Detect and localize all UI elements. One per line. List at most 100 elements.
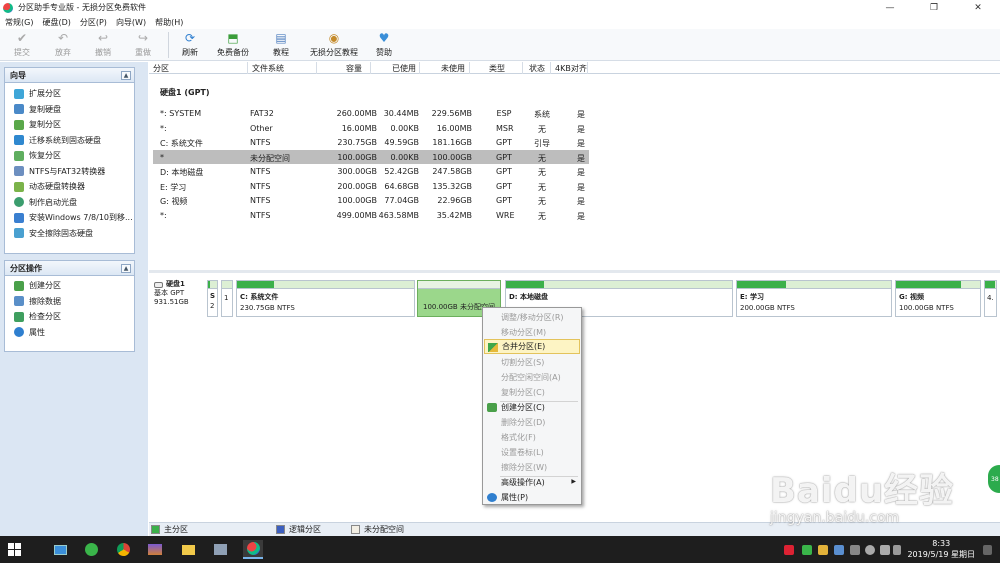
- taskbar-app-files[interactable]: [178, 540, 198, 559]
- taskbar-app-chrome[interactable]: [113, 540, 133, 559]
- col-status[interactable]: 状态: [529, 63, 545, 74]
- table-cell: Other: [250, 123, 273, 133]
- disk-info[interactable]: 硬盘1 基本 GPT 931.51GB: [154, 280, 204, 316]
- menu-item-format[interactable]: 格式化(F): [484, 430, 580, 445]
- menu-help[interactable]: 帮助(H): [155, 17, 183, 28]
- menu-item-advanced[interactable]: 高级操作(A) ▶: [484, 475, 580, 490]
- wizard-item-ntfs-fat32[interactable]: NTFS与FAT32转换器: [5, 164, 134, 180]
- wizard-item-copy-partition[interactable]: 复制分区: [5, 117, 134, 133]
- table-cell: 463.58MB: [378, 210, 419, 220]
- wizard-item-install-windows[interactable]: 安装Windows 7/8/10到移...: [5, 210, 134, 226]
- tutorial-button[interactable]: ▤ 教程: [261, 29, 301, 61]
- taskbar-app-photos[interactable]: [145, 540, 165, 559]
- partition-block-g[interactable]: G: 视频 100.00GB NTFS: [895, 280, 981, 317]
- tray-input-icon[interactable]: [893, 545, 901, 555]
- wizard-item-extend-partition[interactable]: 扩展分区: [5, 86, 134, 102]
- checkmark-icon: ✔: [16, 31, 28, 45]
- col-capacity[interactable]: 容量: [346, 63, 362, 74]
- tray-battery-icon[interactable]: [850, 545, 860, 555]
- table-row[interactable]: *: Other 16.00MB 0.00KB 16.00MB MSR 无 是: [153, 121, 589, 135]
- col-free[interactable]: 未使用: [441, 63, 465, 74]
- wizard-item-recover-partition[interactable]: 恢复分区: [5, 148, 134, 164]
- table-cell: 是: [577, 197, 585, 206]
- partition-block-msr[interactable]: 1: [221, 280, 233, 317]
- menu-wizard[interactable]: 向导(W): [116, 17, 146, 28]
- menu-item-allocate-free[interactable]: 分配空闲空间(A): [484, 370, 580, 385]
- menu-partition[interactable]: 分区(P): [80, 17, 107, 28]
- collapse-partition-ops-button[interactable]: ▲: [121, 264, 131, 273]
- backup-button[interactable]: ⬒ 免费备份: [205, 29, 261, 61]
- menu-item-set-label[interactable]: 设置卷标(L): [484, 445, 580, 460]
- menu-general[interactable]: 常规(G): [5, 17, 33, 28]
- menu-item-resize-move[interactable]: 调整/移动分区(R): [484, 310, 580, 325]
- partition-block-c[interactable]: C: 系统文件 230.75GB NTFS: [236, 280, 415, 317]
- tray-volume-icon[interactable]: [880, 545, 890, 555]
- redo-button[interactable]: ↪ 重做: [124, 29, 162, 61]
- col-type[interactable]: 类型: [489, 63, 505, 74]
- menu-item-wipe[interactable]: 擦除分区(W): [484, 460, 580, 475]
- menu-item-merge[interactable]: 合并分区(E): [484, 339, 580, 354]
- col-filesystem[interactable]: 文件系统: [252, 63, 284, 74]
- taskbar-clock[interactable]: 8:33 2019/5/19 星期日: [907, 538, 975, 560]
- usage-fill: [237, 281, 275, 288]
- op-check-partition[interactable]: 检查分区: [5, 309, 134, 325]
- menu-disk[interactable]: 硬盘(D): [42, 17, 70, 28]
- floating-badge[interactable]: 38: [988, 465, 1000, 493]
- taskbar-app-partition-assistant[interactable]: [243, 540, 263, 559]
- menu-item-create[interactable]: 创建分区(C): [484, 400, 580, 415]
- donate-button[interactable]: ♥ 赞助: [367, 29, 401, 61]
- col-used[interactable]: 已使用: [392, 63, 416, 74]
- wizard-item-label: 安装Windows 7/8/10到移...: [29, 213, 133, 223]
- notification-icon[interactable]: [983, 545, 992, 555]
- lossless-tutorial-button[interactable]: ◉ 无损分区教程: [301, 29, 367, 61]
- partition-block-system[interactable]: S 2: [207, 280, 218, 317]
- op-wipe-data[interactable]: 擦除数据: [5, 294, 134, 310]
- wizard-item-migrate-os[interactable]: 迁移系统到固态硬盘: [5, 133, 134, 149]
- discard-button[interactable]: ↶ 放弃: [44, 29, 82, 61]
- legend-label: 未分配空间: [364, 525, 404, 534]
- pane-splitter[interactable]: [149, 270, 1000, 273]
- table-row[interactable]: *: SYSTEM FAT32 260.00MB 30.44MB 229.56MB ESP…: [153, 106, 589, 120]
- wizard-item-dynamic-disk[interactable]: 动态硬盘转换器: [5, 179, 134, 195]
- tool-icon: [213, 544, 227, 555]
- commit-button[interactable]: ✔ 提交: [0, 29, 44, 61]
- collapse-wizard-button[interactable]: ▲: [121, 71, 131, 80]
- table-row[interactable]: *: NTFS 499.00MB 463.58MB 35.42MB WRE 无 是: [153, 208, 589, 222]
- menu-item-label: 调整/移动分区(R): [501, 313, 564, 322]
- table-row[interactable]: C: 系统文件 NTFS 230.75GB 49.59GB 181.16GB GPT 引导 是: [153, 135, 589, 149]
- partition-block-e[interactable]: E: 学习 200.00GB NTFS: [736, 280, 892, 317]
- taskbar-app-tool[interactable]: [210, 540, 230, 559]
- windows-start-icon[interactable]: [8, 543, 22, 557]
- close-button[interactable]: ✕: [956, 0, 1000, 15]
- clock-time: 8:33: [932, 539, 951, 548]
- menu-item-properties[interactable]: 属性(P): [484, 490, 580, 505]
- wizard-item-secure-erase[interactable]: 安全擦除固态硬盘: [5, 226, 134, 242]
- refresh-button[interactable]: ⟳ 刷新: [175, 29, 205, 61]
- wizard-item-copy-disk[interactable]: 复制硬盘: [5, 102, 134, 118]
- menu-item-copy[interactable]: 复制分区(C): [484, 385, 580, 400]
- tray-cloud-icon[interactable]: [834, 545, 844, 555]
- table-row[interactable]: E: 学习 NTFS 200.00GB 64.68GB 135.32GB GPT 无 是: [153, 179, 589, 193]
- tray-security-icon[interactable]: [818, 545, 828, 555]
- minimize-button[interactable]: —: [868, 0, 912, 15]
- table-row[interactable]: G: 视频 NTFS 100.00GB 77.04GB 22.96GB GPT 无 是: [153, 193, 589, 207]
- partition-block-recovery[interactable]: 4.: [984, 280, 997, 317]
- table-cell: 无: [538, 211, 546, 221]
- op-properties[interactable]: 属性: [5, 325, 134, 341]
- taskbar-app-explorer[interactable]: [50, 540, 70, 559]
- menu-item-move[interactable]: 移动分区(M): [484, 325, 580, 340]
- op-create-partition[interactable]: 创建分区: [5, 278, 134, 294]
- menu-item-delete[interactable]: 删除分区(D): [484, 415, 580, 430]
- col-4k-align[interactable]: 4KB对齐: [555, 63, 587, 74]
- tray-360-icon[interactable]: [802, 545, 812, 555]
- tray-wifi-icon[interactable]: [865, 545, 875, 555]
- table-row[interactable]: D: 本地磁盘 NTFS 300.00GB 52.42GB 247.58GB GPT 无 是: [153, 164, 589, 178]
- table-row[interactable]: * 未分配空间 100.00GB 0.00KB 100.00GB GPT 无 是: [153, 149, 589, 164]
- col-partition[interactable]: 分区: [153, 63, 169, 74]
- tray-app-icon[interactable]: [784, 545, 794, 555]
- maximize-button[interactable]: ❐: [912, 0, 956, 15]
- wizard-item-boot-cd[interactable]: 制作启动光盘: [5, 195, 134, 211]
- menu-item-split[interactable]: 切割分区(S): [484, 355, 580, 370]
- taskbar-app-360[interactable]: [81, 540, 101, 559]
- undo-button[interactable]: ↩ 撤销: [82, 29, 124, 61]
